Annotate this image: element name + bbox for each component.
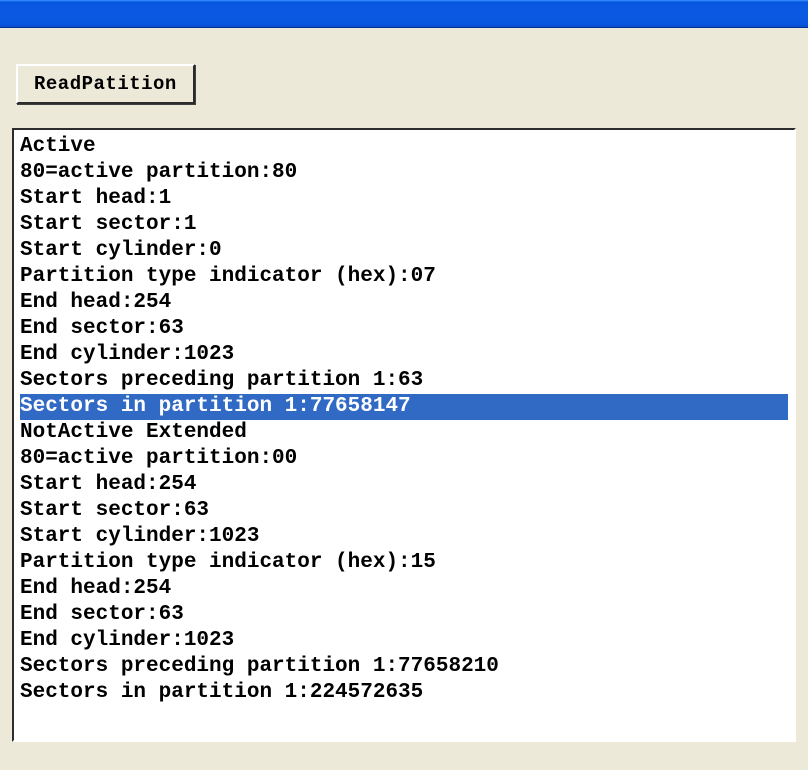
output-line[interactable]: Partition type indicator (hex):15 [20, 550, 788, 576]
output-line[interactable]: Start sector:63 [20, 498, 788, 524]
output-line[interactable]: Start cylinder:1023 [20, 524, 788, 550]
output-line[interactable]: Sectors in partition 1:77658147 [20, 394, 788, 420]
output-line[interactable]: Start head:254 [20, 472, 788, 498]
output-line[interactable]: 80=active partition:00 [20, 446, 788, 472]
output-line[interactable]: Start cylinder:0 [20, 238, 788, 264]
output-line[interactable]: Sectors in partition 1:224572635 [20, 680, 788, 706]
output-line[interactable]: End cylinder:1023 [20, 342, 788, 368]
read-partition-button[interactable]: ReadPatition [16, 64, 195, 104]
output-listbox[interactable]: Active80=active partition:80Start head:1… [12, 128, 796, 742]
output-line[interactable]: Active [20, 134, 788, 160]
output-line[interactable]: End sector:63 [20, 602, 788, 628]
output-line[interactable]: Sectors preceding partition 1:77658210 [20, 654, 788, 680]
output-line[interactable]: End head:254 [20, 576, 788, 602]
output-line[interactable]: 80=active partition:80 [20, 160, 788, 186]
output-line[interactable]: NotActive Extended [20, 420, 788, 446]
output-line[interactable]: End cylinder:1023 [20, 628, 788, 654]
output-line[interactable]: Start head:1 [20, 186, 788, 212]
output-line[interactable]: End sector:63 [20, 316, 788, 342]
output-line[interactable]: Start sector:1 [20, 212, 788, 238]
window-titlebar[interactable] [0, 0, 808, 28]
output-line[interactable]: Sectors preceding partition 1:63 [20, 368, 788, 394]
output-line[interactable]: Partition type indicator (hex):07 [20, 264, 788, 290]
output-line[interactable]: End head:254 [20, 290, 788, 316]
window-body: ReadPatition Active80=active partition:8… [0, 28, 808, 770]
